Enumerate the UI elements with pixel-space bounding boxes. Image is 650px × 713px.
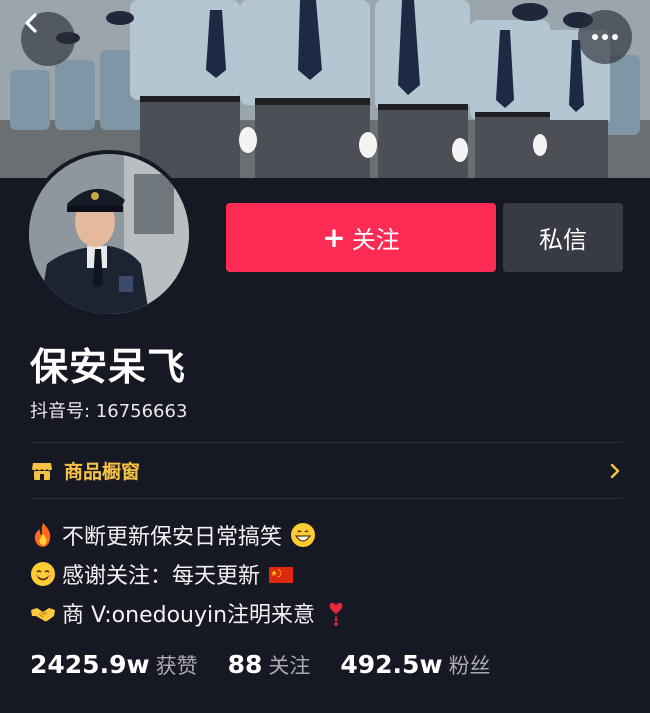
bio-line: 商 V:onedouyin注明来意 xyxy=(30,593,622,632)
avatar-photo xyxy=(29,154,189,314)
profile-stats: 2425.9w 获赞 88 关注 492.5w 粉丝 xyxy=(30,650,521,686)
chevron-right-icon xyxy=(610,463,620,478)
likes-label: 获赞 xyxy=(155,654,198,678)
shop-window-label: 商品橱窗 xyxy=(64,461,141,483)
bio: 不断更新保安日常搞笑 感谢关注：每天更新 商 V:onedouyin注明来意 xyxy=(30,515,622,632)
following-label: 关注 xyxy=(268,654,311,678)
heart-exclamation-emoji xyxy=(329,602,343,626)
message-label: 私信 xyxy=(539,226,587,254)
following-count: 88 xyxy=(227,650,263,679)
bio-line: 不断更新保安日常搞笑 xyxy=(30,515,622,554)
shop-window-icon xyxy=(32,462,52,480)
follow-label: 关注 xyxy=(351,226,400,254)
message-button[interactable]: 私信 xyxy=(503,203,623,272)
followers-stat[interactable]: 492.5w 粉丝 xyxy=(340,650,490,680)
more-horizontal-icon xyxy=(592,34,618,40)
bio-text: 感谢关注：每天更新 xyxy=(62,563,261,589)
likes-count: 2425.9w xyxy=(30,650,150,679)
smiling-face-emoji xyxy=(31,561,55,586)
plus-icon: + xyxy=(322,220,346,254)
chevron-left-icon xyxy=(25,13,37,33)
bio-text: 商 V:onedouyin注明来意 xyxy=(62,602,316,628)
douyin-id[interactable]: 抖音号: 16756663 xyxy=(30,397,187,423)
followers-count: 492.5w xyxy=(340,650,443,679)
fire-emoji xyxy=(34,522,51,547)
divider xyxy=(30,498,622,499)
follow-button[interactable]: + 关注 xyxy=(226,203,496,272)
followers-label: 粉丝 xyxy=(448,654,491,678)
back-button[interactable] xyxy=(21,12,75,66)
bio-line: 感谢关注：每天更新 xyxy=(30,554,622,593)
more-button[interactable] xyxy=(578,10,632,64)
following-stat[interactable]: 88 关注 xyxy=(228,650,311,680)
bio-text: 不断更新保安日常搞笑 xyxy=(62,524,283,550)
nickname: 保安呆飞 xyxy=(30,345,187,389)
china-flag-emoji xyxy=(269,566,294,583)
handshake-emoji xyxy=(31,607,55,621)
shop-window-row[interactable]: 商品橱窗 xyxy=(30,443,622,498)
avatar[interactable] xyxy=(25,150,193,318)
likes-stat[interactable]: 2425.9w 获赞 xyxy=(30,650,198,680)
grinning-face-emoji xyxy=(291,522,316,547)
